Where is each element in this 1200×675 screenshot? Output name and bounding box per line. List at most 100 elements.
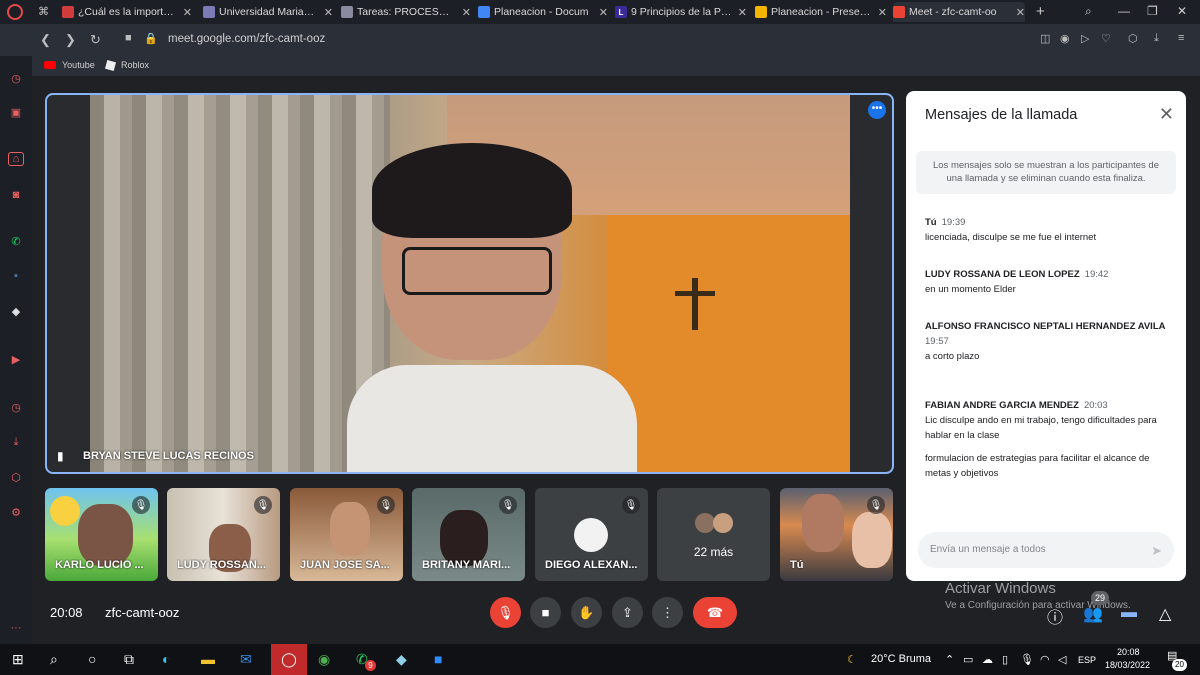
speed-dial-icon[interactable]: ◷ xyxy=(8,72,24,86)
camera-icon[interactable]: ■ xyxy=(125,32,132,44)
windows-start-icon[interactable]: ⊞ xyxy=(12,651,24,668)
tab-close-icon[interactable]: ✕ xyxy=(183,6,192,19)
tab-close-icon[interactable]: ✕ xyxy=(878,6,887,19)
file-explorer-icon[interactable]: ▬ xyxy=(201,651,215,667)
self-tile[interactable]: 🎙 Tú xyxy=(780,488,893,581)
main-video[interactable]: ••• ▮ BRYAN STEVE LUCAS RECINOS xyxy=(45,93,894,474)
menu-icon[interactable]: ≡ xyxy=(1178,32,1184,44)
browser-tab[interactable]: Planeacion - Presentac ✕ xyxy=(755,2,887,22)
task-view-icon[interactable]: ⧉ xyxy=(124,651,134,668)
info-icon[interactable]: ⓘ xyxy=(1047,604,1063,628)
home-icon[interactable]: ⌂ xyxy=(8,152,24,166)
camera-toggle-button[interactable]: ■ xyxy=(530,597,561,628)
wifi-icon[interactable]: ◠ xyxy=(1040,653,1050,666)
browser-tab[interactable]: Universidad Mariano G ✕ xyxy=(203,2,333,22)
bookmark-roblox[interactable]: Roblox xyxy=(104,59,149,71)
player-icon[interactable]: ▶ xyxy=(8,353,24,367)
activate-windows-title: Activar Windows xyxy=(945,580,1056,597)
whatsapp-icon[interactable]: ✆ xyxy=(8,235,24,249)
snapshot-icon[interactable]: ◫ xyxy=(1040,32,1050,45)
participant-tile[interactable]: 🎙 LUDY ROSSAN... xyxy=(167,488,280,581)
browser-tab[interactable]: Planeacion - Docum ✕ xyxy=(478,2,608,22)
mic-toggle-button[interactable]: 🎙 xyxy=(490,597,521,628)
leave-call-button[interactable]: ☎ xyxy=(693,597,737,628)
meeting-code[interactable]: zfc-camt-ooz xyxy=(105,605,179,620)
camera-snap-icon[interactable]: ◉ xyxy=(1060,32,1070,45)
bookmark-youtube[interactable]: Youtube xyxy=(44,60,95,70)
download-icon[interactable]: ⤓ xyxy=(1154,32,1159,45)
search-icon[interactable]: ⌕ xyxy=(50,651,58,668)
present-icon: ⇪ xyxy=(622,604,633,620)
taskbar-time[interactable]: 20:08 xyxy=(1117,647,1140,657)
volume-icon[interactable]: ◁ xyxy=(1058,653,1066,666)
reload-icon[interactable]: ↻ xyxy=(90,32,101,48)
tab-close-icon[interactable]: ✕ xyxy=(462,6,471,19)
close-icon[interactable]: ✕ xyxy=(1159,104,1174,125)
browser-tab[interactable]: Meet - zfc-camt-oo ✕ xyxy=(893,2,1025,22)
chevron-up-icon[interactable]: ⌃ xyxy=(945,653,954,666)
zoom-icon[interactable]: ■ xyxy=(434,651,442,667)
chrome-icon[interactable]: ◉ xyxy=(318,651,330,668)
new-tab-plus-icon[interactable]: + xyxy=(1036,3,1045,20)
mic-off-icon: 🎙 xyxy=(499,496,517,514)
present-screen-button[interactable]: ⇪ xyxy=(612,597,643,628)
raise-hand-button[interactable]: ✋ xyxy=(571,597,602,628)
extensions-icon[interactable]: ⬡ xyxy=(8,471,24,485)
people-icon[interactable]: 👥 xyxy=(1083,604,1103,624)
more-options-button[interactable]: ⋮ xyxy=(652,597,683,628)
browser-tab[interactable]: Tareas: PROCESO ADM ✕ xyxy=(341,2,471,22)
participant-tile[interactable]: 🎙 BRITANY MARI... xyxy=(412,488,525,581)
network-icon[interactable]: ▭ xyxy=(963,653,973,666)
weather-text[interactable]: 20°C Bruma xyxy=(871,653,931,665)
forward-icon[interactable]: ❯ xyxy=(65,32,76,48)
notes-icon[interactable]: ◆ xyxy=(396,651,407,668)
tab-close-icon[interactable]: ✕ xyxy=(599,6,608,19)
usb-icon[interactable]: ▯ xyxy=(1002,653,1008,666)
search-tabs-icon[interactable]: ⌕ xyxy=(1085,4,1092,19)
settings-gear-icon[interactable]: ⚙ xyxy=(8,506,24,520)
close-window-icon[interactable]: ✕ xyxy=(1177,4,1187,18)
downloads-icon[interactable]: ⤓ xyxy=(8,436,24,450)
send-icon[interactable]: ▷ xyxy=(1081,32,1089,45)
opera-taskbar-icon[interactable]: ◯ xyxy=(271,644,307,675)
heart-icon[interactable]: ♡ xyxy=(1101,32,1111,45)
tab-close-icon[interactable]: ✕ xyxy=(1016,6,1025,19)
cloud-icon[interactable]: ☁ xyxy=(982,653,993,666)
opera-logo-icon[interactable] xyxy=(7,4,23,20)
minimize-icon[interactable]: — xyxy=(1118,4,1130,18)
tab-close-icon[interactable]: ✕ xyxy=(738,6,747,19)
participant-tile[interactable]: 🎙 DIEGO ALEXAN... xyxy=(535,488,648,581)
tab-close-icon[interactable]: ✕ xyxy=(324,6,333,19)
chat-input[interactable]: Envía un mensaje a todos ➤ xyxy=(918,532,1174,568)
cortana-icon[interactable]: ○ xyxy=(88,651,96,667)
more-participants-tile[interactable]: 22 más xyxy=(657,488,770,581)
send-arrow-icon[interactable]: ➤ xyxy=(1151,543,1162,559)
tab-favicon-icon xyxy=(478,6,490,18)
restore-icon[interactable]: ❐ xyxy=(1147,4,1158,18)
url-field[interactable]: meet.google.com/zfc-camt-ooz xyxy=(168,33,325,45)
edge-icon[interactable]: ◐ xyxy=(162,651,170,667)
more-dots-icon[interactable]: ··· xyxy=(8,622,24,636)
gamepad-icon[interactable]: ⌘ xyxy=(38,5,49,18)
browser-tab[interactable]: L 9 Principios de la Plane ✕ xyxy=(615,2,747,22)
mic-off-icon: 🎙 xyxy=(867,496,885,514)
taskbar-date[interactable]: 18/03/2022 xyxy=(1105,660,1150,670)
participant-tile[interactable]: 🎙 JUAN JOSE SA... xyxy=(290,488,403,581)
vk-icon[interactable]: ▪ xyxy=(8,270,24,284)
browser-tab[interactable]: ¿Cuál es la importancia ✕ xyxy=(62,2,192,22)
back-icon[interactable]: ❮ xyxy=(40,32,51,48)
discord-icon[interactable]: ◆ xyxy=(8,305,24,319)
history-icon[interactable]: ◷ xyxy=(8,401,24,415)
cube-icon[interactable]: ⬡ xyxy=(1128,32,1138,45)
mic-tray-icon[interactable]: 🎙 xyxy=(1020,653,1034,666)
language-indicator[interactable]: ESP xyxy=(1078,655,1096,665)
chat-icon[interactable]: ▬ xyxy=(1121,604,1137,622)
participant-tile[interactable]: 🎙 KARLO LUCIO ... xyxy=(45,488,158,581)
mail-icon[interactable]: ✉ xyxy=(240,651,252,668)
briefcase-icon[interactable]: ▣ xyxy=(8,106,24,120)
main-video-name: BRYAN STEVE LUCAS RECINOS xyxy=(83,450,254,462)
more-options-icon[interactable]: ••• xyxy=(868,101,886,119)
activities-icon[interactable]: △ xyxy=(1159,604,1171,624)
pin-icon[interactable]: ▮ xyxy=(57,449,64,463)
messenger-icon[interactable]: ◙ xyxy=(8,189,24,203)
